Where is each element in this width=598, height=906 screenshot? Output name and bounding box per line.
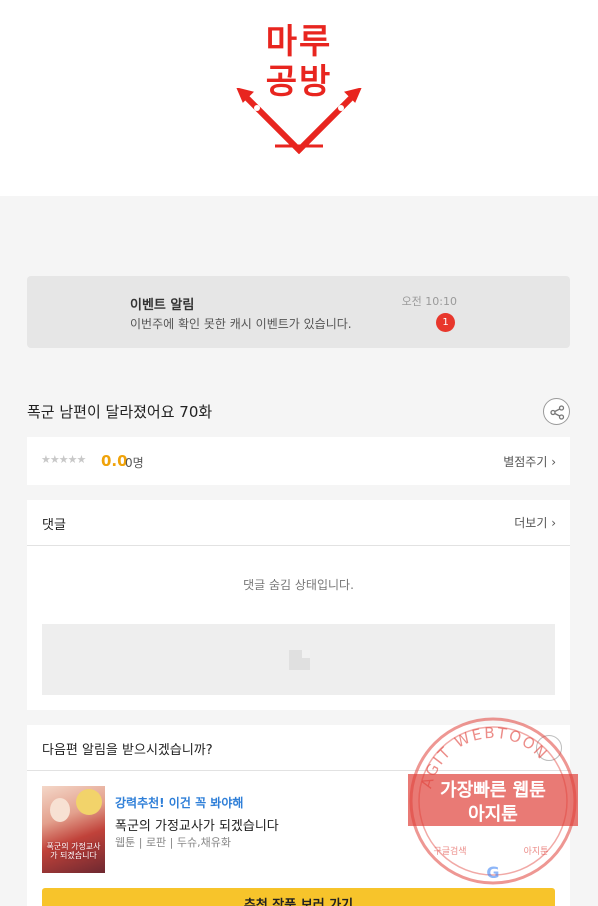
placeholder-image-icon xyxy=(289,650,310,670)
event-description: 이번주에 확인 못한 캐시 이벤트가 있습니다. xyxy=(130,317,352,331)
rating-score: 0.0 xyxy=(101,452,128,470)
rate-button[interactable]: 별점주기 › xyxy=(503,453,556,470)
rating-bar: ★★★★★ 0.0 0명 별점주기 › xyxy=(27,437,570,485)
comment-input-box[interactable] xyxy=(42,624,555,695)
comments-title: 댓글 xyxy=(42,518,66,533)
recommend-button[interactable]: 추천 작품 보러 가기 xyxy=(42,888,555,906)
watermark-line1: 가장빠른 웹툰 xyxy=(440,780,546,801)
recommend-meta: 웹툰 | 로판 | 두슈,채유화 xyxy=(115,836,231,849)
header: 마루 공방 xyxy=(0,0,598,196)
recommend-thumbnail[interactable]: 폭군의 가정교사가 되겠습니다 xyxy=(42,786,105,873)
site-logo[interactable]: 마루 공방 xyxy=(235,22,363,156)
episode-title: 폭군 남편이 달라졌어요 70화 xyxy=(27,403,213,421)
comments-section: 댓글 더보기 › 댓글 숨김 상태입니다. xyxy=(27,500,570,710)
share-icon xyxy=(550,405,565,420)
google-icon: G xyxy=(486,863,499,882)
watermark-bottom-left: 구글검색 xyxy=(433,845,466,857)
event-time: 오전 10:10 xyxy=(401,295,457,308)
event-count-badge: 1 xyxy=(436,313,455,332)
event-title: 이벤트 알림 xyxy=(130,298,195,313)
recommend-tag: 강력추천! 이건 꼭 봐야해 xyxy=(115,796,244,810)
comments-header: 댓글 더보기 › xyxy=(27,500,570,546)
recommend-title[interactable]: 폭군의 가정교사가 되겠습니다 xyxy=(115,815,279,834)
watermark-bottom-right: 아지툰 xyxy=(524,846,549,857)
thumb-figure xyxy=(50,798,70,822)
crossed-pen-brush-icon xyxy=(236,88,362,155)
watermark-stamp: AGIT WEBTOON 가장빠른 웹툰 아지툰 구글검색 아지툰 G xyxy=(408,717,578,885)
comments-hidden-message: 댓글 숨김 상태입니다. xyxy=(243,578,354,592)
watermark-line2: 아지툰 xyxy=(468,804,518,825)
thumb-caption: 폭군의 가정교사가 되겠습니다 xyxy=(46,842,101,860)
event-notification[interactable]: 이벤트 알림 이번주에 확인 못한 캐시 이벤트가 있습니다. 오전 10:10… xyxy=(27,276,570,348)
thumb-figure xyxy=(76,789,102,815)
next-episode-question: 다음편 알림을 받으시겠습니까? xyxy=(42,743,213,758)
rating-count: 0명 xyxy=(125,456,144,470)
comments-more-link[interactable]: 더보기 › xyxy=(514,514,556,531)
share-button[interactable] xyxy=(543,398,570,425)
star-rating[interactable]: ★★★★★ xyxy=(41,453,86,466)
